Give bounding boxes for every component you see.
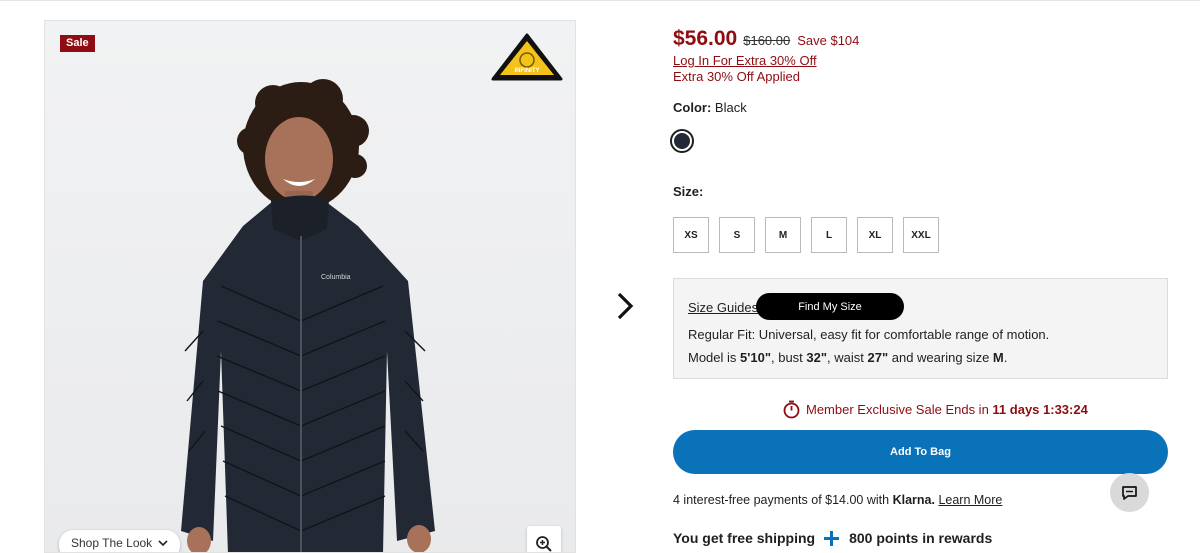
- model-info-text: Model is 5'10", bust 32", waist 27" and …: [688, 350, 1007, 365]
- klarna-learn-more-link[interactable]: Learn More: [938, 493, 1002, 507]
- omni-heat-infinity-badge: INFINITY: [491, 33, 563, 81]
- size-options: XS S M L XL XXL: [673, 217, 939, 253]
- size-guides-link[interactable]: Size Guides: [688, 300, 758, 315]
- model-prefix: Model is: [688, 350, 741, 365]
- size-label: Size:: [673, 184, 704, 199]
- model-waist: 27": [867, 350, 889, 365]
- chevron-right-icon: [617, 292, 634, 320]
- model-height: 5'10": [740, 350, 771, 365]
- model-bust: 32": [806, 350, 828, 365]
- top-divider: [0, 0, 1200, 1]
- plus-icon: [824, 530, 840, 546]
- sale-badge: Sale: [60, 35, 95, 52]
- klarna-text: 4 interest-free payments of $14.00 with: [673, 493, 893, 507]
- color-value: Black: [714, 100, 747, 115]
- fit-info-box: Size Guides Find My Size Regular Fit: Un…: [673, 278, 1168, 379]
- model-size-prefix: and wearing size: [888, 350, 993, 365]
- size-option-m[interactable]: M: [765, 217, 801, 253]
- original-price: $160.00: [743, 33, 791, 48]
- svg-text:Columbia: Columbia: [321, 274, 351, 281]
- sale-timer: Member Exclusive Sale Ends in 11 days 1:…: [783, 400, 1088, 419]
- model-suffix: .: [1003, 350, 1008, 365]
- chat-button[interactable]: [1110, 473, 1149, 512]
- zoom-in-icon: [536, 536, 552, 552]
- product-image[interactable]: Columbia Sale INFINITY Shop The Look: [44, 20, 576, 553]
- find-my-size-button[interactable]: Find My Size: [756, 293, 904, 320]
- klarna-payment-info: 4 interest-free payments of $14.00 with …: [673, 493, 1002, 507]
- swatch-fill: [674, 133, 690, 149]
- login-offer-link[interactable]: Log In For Extra 30% Off: [673, 53, 817, 68]
- size-option-xl[interactable]: XL: [857, 217, 893, 253]
- sale-timer-text: Member Exclusive Sale Ends in: [806, 402, 993, 417]
- size-option-s[interactable]: S: [719, 217, 755, 253]
- size-option-xxl[interactable]: XXL: [903, 217, 939, 253]
- size-option-xs[interactable]: XS: [673, 217, 709, 253]
- next-image-button[interactable]: [612, 290, 638, 322]
- shop-the-look-label: Shop The Look: [71, 536, 153, 550]
- model-size: M: [992, 350, 1004, 365]
- add-to-bag-button[interactable]: Add To Bag: [673, 430, 1168, 474]
- model-jacket-photo: Columbia: [181, 79, 435, 552]
- size-option-l[interactable]: L: [811, 217, 847, 253]
- regular-fit-text: Regular Fit: Universal, easy fit for com…: [688, 327, 1050, 342]
- color-label: Color: Black: [673, 100, 747, 115]
- extra-discount-text: Extra 30% Off Applied: [673, 69, 800, 84]
- color-swatch-black[interactable]: [670, 129, 694, 153]
- shop-the-look-button[interactable]: Shop The Look: [59, 530, 181, 552]
- zoom-button[interactable]: [527, 526, 561, 552]
- model-bust-prefix: , bust: [770, 350, 807, 365]
- chevron-down-icon: [158, 539, 168, 546]
- model-waist-prefix: , waist: [827, 350, 868, 365]
- sale-countdown: 11 days 1:33:24: [992, 402, 1088, 417]
- svg-text:INFINITY: INFINITY: [515, 68, 540, 74]
- color-label-title: Color:: [673, 100, 712, 115]
- klarna-brand: Klarna.: [892, 493, 935, 507]
- stopwatch-icon: [783, 400, 800, 419]
- savings-text: Save $104: [797, 33, 860, 48]
- free-shipping-text: You get free shipping: [673, 530, 816, 546]
- rewards-points-text: 800 points in rewards: [849, 530, 993, 546]
- price-row: $56.00 $160.00 Save $104: [673, 27, 859, 51]
- current-price: $56.00: [673, 27, 738, 50]
- perks-row: You get free shipping 800 points in rewa…: [673, 530, 992, 546]
- chat-icon: [1122, 485, 1137, 500]
